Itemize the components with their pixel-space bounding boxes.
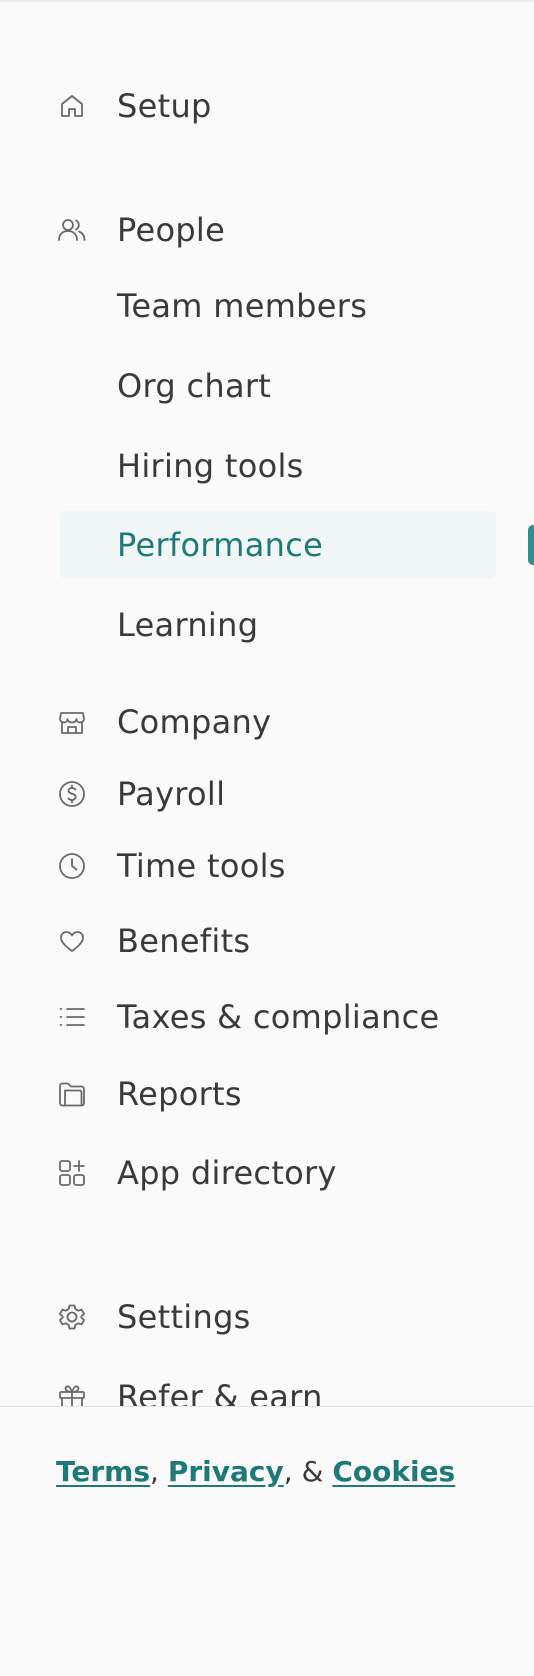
active-indicator	[528, 525, 534, 565]
privacy-link[interactable]: Privacy	[168, 1455, 284, 1488]
sidebar-item-label: App directory	[117, 1154, 337, 1192]
sidebar-item-refer-earn[interactable]: Refer & earn	[0, 1369, 534, 1406]
sidebar-item-label: Setup	[117, 87, 212, 125]
home-icon	[56, 90, 88, 122]
sidebar-subitem-org-chart[interactable]: Org chart	[0, 358, 534, 414]
sidebar-subitem-label: Org chart	[117, 367, 272, 405]
terms-link[interactable]: Terms	[56, 1455, 150, 1488]
gift-icon	[56, 1381, 88, 1406]
separator: ,	[150, 1455, 159, 1488]
sidebar-item-label: Refer & earn	[117, 1378, 323, 1406]
sidebar-item-reports[interactable]: Reports	[0, 1066, 534, 1122]
people-icon	[56, 214, 88, 246]
sidebar-item-app-directory[interactable]: App directory	[0, 1145, 534, 1201]
list-icon	[56, 1001, 88, 1033]
sidebar-subitem-hiring-tools[interactable]: Hiring tools	[0, 438, 534, 494]
sidebar-item-people[interactable]: People	[0, 202, 534, 258]
sidebar-subitem-learning[interactable]: Learning	[0, 597, 534, 653]
sidebar-item-time-tools[interactable]: Time tools	[0, 838, 534, 894]
sidebar-item-label: Payroll	[117, 775, 226, 813]
sidebar-item-settings[interactable]: Settings	[0, 1289, 534, 1345]
sidebar-item-setup[interactable]: Setup	[0, 78, 534, 134]
sidebar-item-label: Taxes & compliance	[117, 998, 440, 1036]
sidebar-item-label: Company	[117, 703, 272, 741]
clock-icon	[56, 850, 88, 882]
sidebar-subitem-label: Team members	[117, 287, 368, 325]
sidebar-item-benefits[interactable]: Benefits	[0, 913, 534, 969]
sidebar-subitem-label: Performance	[117, 526, 324, 564]
sidebar-item-label: People	[117, 211, 226, 249]
sidebar-subitem-label: Hiring tools	[117, 447, 304, 485]
legal-links: Terms, Privacy, & Cookies	[56, 1455, 455, 1488]
sidebar-item-label: Reports	[117, 1075, 242, 1113]
folder-icon	[56, 1078, 88, 1110]
separator: , &	[283, 1455, 324, 1488]
store-icon	[56, 706, 88, 738]
sidebar-item-company[interactable]: Company	[0, 694, 534, 750]
sidebar-subitem-label: Learning	[117, 606, 259, 644]
dollar-circle-icon	[56, 778, 88, 810]
apps-icon	[56, 1157, 88, 1189]
footer-divider	[0, 1406, 534, 1407]
sidebar-subitem-team-members[interactable]: Team members	[0, 278, 534, 334]
sidebar-subitem-performance[interactable]: Performance	[0, 517, 534, 573]
cookies-link[interactable]: Cookies	[332, 1455, 455, 1488]
sidebar-item-payroll[interactable]: Payroll	[0, 766, 534, 822]
sidebar-item-label: Time tools	[117, 847, 286, 885]
sidebar-item-label: Benefits	[117, 922, 251, 960]
heart-icon	[56, 925, 88, 957]
sidebar-item-taxes-compliance[interactable]: Taxes & compliance	[0, 989, 534, 1045]
gear-icon	[56, 1301, 88, 1333]
sidebar-nav: Setup People Team members Org chart Hiri…	[0, 0, 534, 1406]
sidebar-item-label: Settings	[117, 1298, 251, 1336]
